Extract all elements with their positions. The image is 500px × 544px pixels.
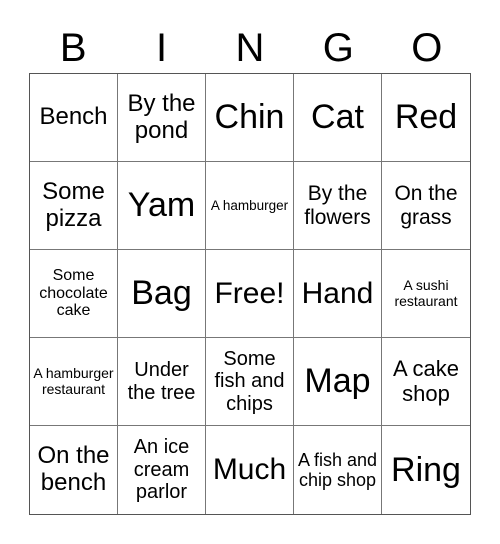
bingo-cell[interactable]: Red	[382, 74, 470, 162]
bingo-cell[interactable]: Map	[294, 338, 382, 426]
bingo-cell[interactable]: A fish and chip shop	[294, 426, 382, 514]
bingo-cell[interactable]: Hand	[294, 250, 382, 338]
bingo-cell[interactable]: On the bench	[30, 426, 118, 514]
bingo-cell[interactable]: Under the tree	[118, 338, 206, 426]
bingo-cell[interactable]: By the flowers	[294, 162, 382, 250]
header-letter-b: B	[59, 26, 87, 70]
bingo-cell[interactable]: Bag	[118, 250, 206, 338]
bingo-grid: Bench By the pond Chin Cat Red Some pizz…	[29, 73, 471, 515]
bingo-cell[interactable]: Cat	[294, 74, 382, 162]
bingo-cell[interactable]: A cake shop	[382, 338, 470, 426]
bingo-cell[interactable]: An ice cream parlor	[118, 426, 206, 514]
bingo-cell[interactable]: Some pizza	[30, 162, 118, 250]
bingo-cell[interactable]: A sushi restaurant	[382, 250, 470, 338]
header-letter-i: I	[156, 26, 168, 70]
header-letter-n: N	[235, 26, 265, 70]
header-letter-g: G	[322, 26, 354, 70]
bingo-cell[interactable]: Much	[206, 426, 294, 514]
bingo-cell[interactable]: Ring	[382, 426, 470, 514]
bingo-cell[interactable]: Chin	[206, 74, 294, 162]
bingo-cell[interactable]: A hamburger restaurant	[30, 338, 118, 426]
bingo-cell[interactable]: Bench	[30, 74, 118, 162]
bingo-cell[interactable]: Yam	[118, 162, 206, 250]
bingo-header: B I N G O	[29, 22, 471, 74]
bingo-cell[interactable]: Some fish and chips	[206, 338, 294, 426]
free-space-cell[interactable]: Free!	[206, 250, 294, 338]
bingo-cell[interactable]: Some chocolate cake	[30, 250, 118, 338]
bingo-cell[interactable]: By the pond	[118, 74, 206, 162]
bingo-cell[interactable]: On the grass	[382, 162, 470, 250]
bingo-cell[interactable]: A hamburger	[206, 162, 294, 250]
header-letter-o: O	[411, 26, 443, 70]
